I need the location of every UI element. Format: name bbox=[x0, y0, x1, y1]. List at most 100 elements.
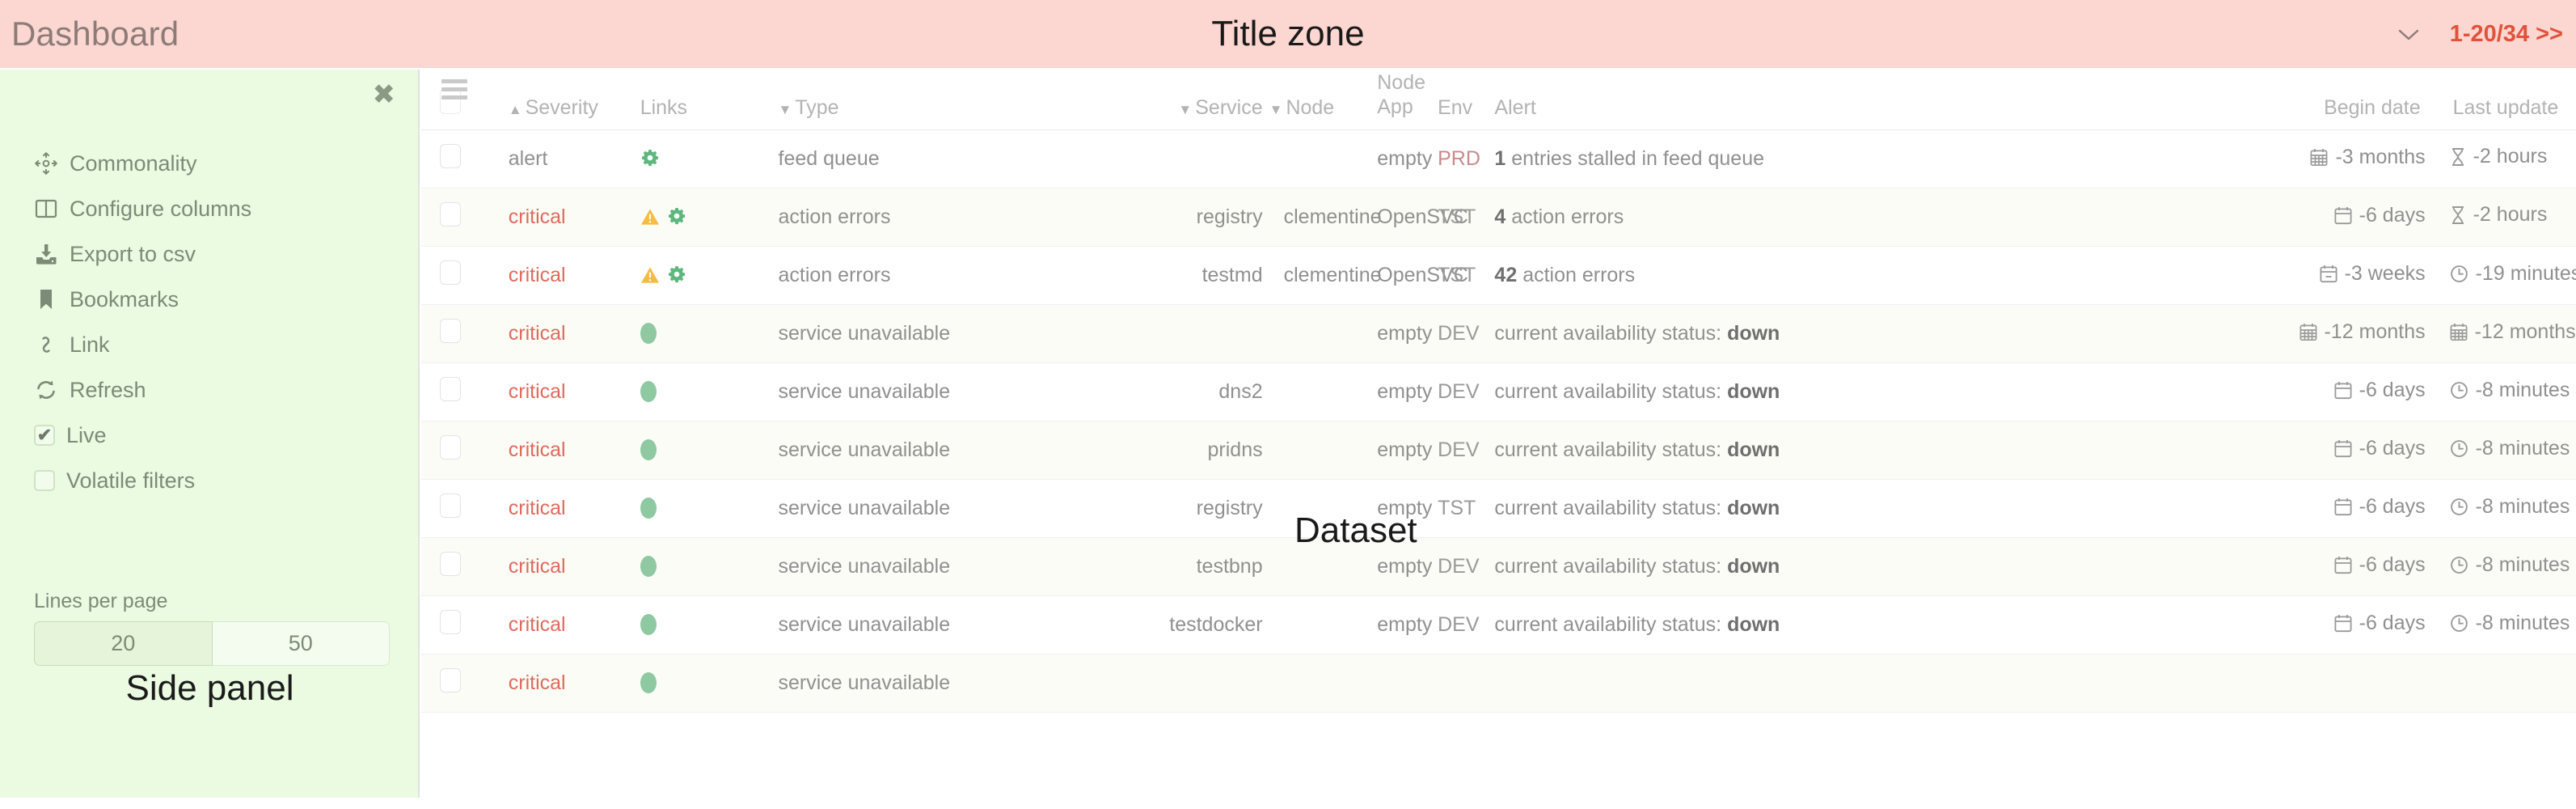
cell-links[interactable] bbox=[640, 537, 779, 596]
cell-node bbox=[1269, 479, 1363, 538]
checkbox-volatile-filters[interactable] bbox=[34, 470, 55, 491]
hourglass-icon bbox=[2451, 147, 2464, 166]
cell-severity: critical bbox=[508, 362, 640, 421]
cell-alert: current availability status: down bbox=[1481, 595, 1958, 654]
th-node[interactable]: ▼ Node bbox=[1269, 70, 1363, 130]
cell-links[interactable] bbox=[640, 246, 779, 305]
row-checkbox[interactable] bbox=[440, 260, 461, 285]
th-env[interactable]: Env bbox=[1426, 70, 1482, 130]
checkbox-live[interactable]: ✔ bbox=[34, 425, 55, 446]
sidebar-item-refresh[interactable]: Refresh bbox=[34, 367, 390, 413]
cell-last-update: -8 minutes bbox=[2446, 479, 2576, 538]
cell-severity: alert bbox=[508, 129, 640, 188]
begin-date-text: -6 days bbox=[2359, 203, 2426, 227]
sort-desc-icon: ▼ bbox=[1178, 101, 1193, 117]
th-type[interactable]: ▼ Type bbox=[778, 70, 985, 130]
th-last-update[interactable]: Last update bbox=[2446, 70, 2576, 130]
cell-links[interactable] bbox=[640, 595, 779, 654]
cell-links[interactable] bbox=[640, 654, 779, 713]
cell-links[interactable] bbox=[640, 188, 779, 247]
table-row[interactable]: critical service unavailable bbox=[421, 654, 2576, 713]
warning-triangle-icon bbox=[640, 209, 659, 225]
cell-type: feed queue bbox=[778, 129, 985, 188]
dataset-table-region: ▲Severity Links ▼Type ▼Service ▼Node bbox=[421, 70, 2576, 809]
cell-begin-date: -6 days bbox=[1957, 595, 2447, 654]
row-checkbox[interactable] bbox=[440, 667, 461, 693]
cell-type: action errors bbox=[778, 246, 985, 305]
table-row[interactable]: critical service unavailable testdocker … bbox=[421, 595, 2576, 654]
th-links[interactable]: Links bbox=[640, 70, 779, 130]
row-checkbox[interactable] bbox=[440, 493, 461, 518]
row-checkbox[interactable] bbox=[440, 376, 461, 401]
alert-text: current availability status: bbox=[1494, 612, 1722, 636]
side-panel: ✖ Commonality Configure columns Export t… bbox=[0, 70, 420, 798]
row-select-cell[interactable] bbox=[421, 595, 509, 654]
cell-last-update: -8 minutes bbox=[2446, 537, 2576, 596]
sidebar-item-link[interactable]: Link bbox=[34, 322, 390, 367]
sidebar-item-label: Commonality bbox=[70, 150, 197, 176]
cell-env: DEV bbox=[1426, 304, 1482, 363]
row-select-cell[interactable] bbox=[421, 537, 509, 596]
calendar-icon bbox=[2334, 556, 2352, 574]
table-row[interactable]: critical action errors registry clementi… bbox=[421, 188, 2576, 247]
close-icon[interactable]: ✖ bbox=[373, 81, 396, 108]
sidebar-item-bookmarks[interactable]: Bookmarks bbox=[34, 277, 390, 322]
sidebar-checkbox-live[interactable]: ✔ Live bbox=[34, 413, 390, 458]
calendar-icon bbox=[2334, 381, 2352, 399]
row-checkbox[interactable] bbox=[440, 201, 461, 227]
clock-icon bbox=[2450, 614, 2468, 632]
cell-links[interactable] bbox=[640, 129, 779, 188]
row-select-cell[interactable] bbox=[421, 188, 509, 247]
cell-node bbox=[1269, 595, 1363, 654]
sidebar-checkbox-volatile-filters[interactable]: Volatile filters bbox=[34, 458, 390, 503]
cell-links[interactable] bbox=[640, 421, 779, 480]
cell-begin-date: -12 months bbox=[1957, 304, 2447, 363]
row-select-cell[interactable] bbox=[421, 304, 509, 363]
cell-node bbox=[1269, 654, 1363, 713]
hamburger-icon[interactable] bbox=[441, 79, 467, 104]
row-select-cell[interactable] bbox=[421, 129, 509, 188]
row-checkbox[interactable] bbox=[440, 551, 461, 576]
table-row[interactable]: critical service unavailable registry em… bbox=[421, 479, 2576, 538]
row-checkbox[interactable] bbox=[440, 318, 461, 343]
row-checkbox[interactable] bbox=[440, 434, 461, 460]
row-select-cell[interactable] bbox=[421, 421, 509, 480]
pagination-indicator[interactable]: 1-20/34 >> bbox=[2450, 21, 2563, 48]
table-row[interactable]: critical service unavailable testbnp emp… bbox=[421, 537, 2576, 596]
row-select-cell[interactable] bbox=[421, 479, 509, 538]
lines-per-page-option-20[interactable]: 20 bbox=[34, 621, 213, 666]
th-severity[interactable]: ▲ Severity bbox=[508, 70, 640, 130]
lines-per-page-option-50[interactable]: 50 bbox=[212, 621, 390, 666]
row-select-cell[interactable] bbox=[421, 654, 509, 713]
row-checkbox[interactable] bbox=[440, 143, 461, 168]
cell-alert: 1 entries stalled in feed queue bbox=[1481, 129, 1958, 188]
alert-status: down bbox=[1727, 612, 1780, 636]
cell-last-update: -8 minutes bbox=[2446, 421, 2576, 480]
chevron-down-icon[interactable] bbox=[2398, 23, 2419, 44]
cell-links[interactable] bbox=[640, 304, 779, 363]
sidebar-item-export-to-csv[interactable]: Export to csv bbox=[34, 231, 390, 277]
last-update-text: -8 minutes bbox=[2475, 553, 2570, 576]
title-bar: Dashboard 1-20/34 >> bbox=[0, 0, 2576, 68]
table-row[interactable]: critical action errors testmd clementine… bbox=[421, 246, 2576, 305]
th-node-app[interactable]: Node App bbox=[1362, 70, 1427, 130]
cell-severity: critical bbox=[508, 537, 640, 596]
sidebar-item-configure-columns[interactable]: Configure columns bbox=[34, 186, 390, 231]
th-begin-date[interactable]: Begin date bbox=[1957, 70, 2447, 130]
page-title: Dashboard bbox=[11, 15, 179, 53]
begin-date-text: -6 days bbox=[2359, 553, 2426, 576]
row-select-cell[interactable] bbox=[421, 362, 509, 421]
sidebar-item-commonality[interactable]: Commonality bbox=[34, 141, 390, 186]
alert-status: down bbox=[1727, 438, 1780, 461]
row-select-cell[interactable] bbox=[421, 246, 509, 305]
th-service[interactable]: ▼ Service bbox=[984, 70, 1269, 130]
cell-links[interactable] bbox=[640, 479, 779, 538]
gear-icon bbox=[668, 208, 685, 225]
table-row[interactable]: critical service unavailable pridns empt… bbox=[421, 421, 2576, 480]
table-row[interactable]: alert feed queue empty PRD 1 entries sta… bbox=[421, 129, 2576, 188]
table-row[interactable]: critical service unavailable dns2 empty … bbox=[421, 362, 2576, 421]
cell-links[interactable] bbox=[640, 362, 779, 421]
row-checkbox[interactable] bbox=[440, 609, 461, 634]
th-alert[interactable]: Alert bbox=[1481, 70, 1958, 130]
table-row[interactable]: critical service unavailable empty DEV c… bbox=[421, 304, 2576, 363]
